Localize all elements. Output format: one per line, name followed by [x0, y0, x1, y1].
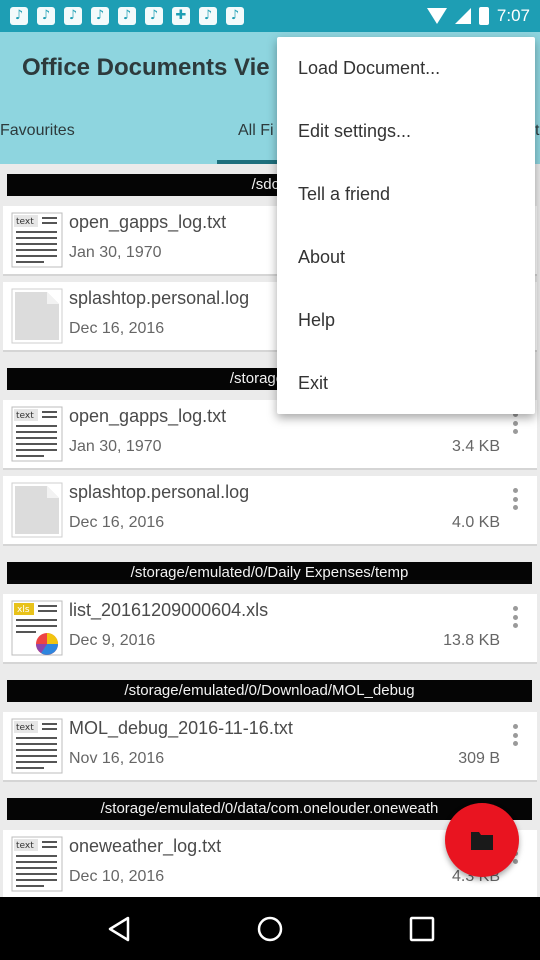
music-note-icon: ♪ [199, 7, 217, 25]
menu-item-load-document[interactable]: Load Document... [277, 37, 535, 100]
text-file-icon: text [11, 836, 63, 892]
music-note-icon: ♪ [118, 7, 136, 25]
status-time: 7:07 [496, 6, 530, 25]
file-row[interactable]: text MOL_debug_2016-11-16.txt Nov 16, 20… [3, 712, 537, 782]
app-title: Office Documents Vie [22, 54, 270, 81]
notification-icons: ♪ ♪ ♪ ♪ ♪ ♪ ✚ ♪ ♪ [10, 7, 244, 25]
file-date: Dec 16, 2016 [69, 320, 165, 337]
file-size: 309 B [458, 750, 500, 767]
file-date: Dec 10, 2016 [69, 868, 165, 885]
back-icon[interactable] [104, 914, 134, 944]
thumb-label: text [16, 411, 34, 421]
file-row[interactable]: splashtop.personal.log Dec 16, 2016 4.0 … [3, 476, 537, 546]
path-header: /storage/emulated/0/Daily Expenses/temp [7, 562, 532, 584]
thumb-label: xls [17, 605, 30, 615]
recent-apps-icon[interactable] [407, 914, 437, 944]
path-header: /storage/emulated/0/Download/MOL_debug [7, 680, 532, 702]
text-file-icon: text [11, 406, 63, 462]
file-name: oneweather_log.txt [69, 836, 222, 856]
home-icon[interactable] [255, 914, 285, 944]
file-date: Jan 30, 1970 [69, 244, 162, 261]
file-size: 4.0 KB [451, 514, 500, 531]
status-bar: ♪ ♪ ♪ ♪ ♪ ♪ ✚ ♪ ♪ 7:07 [0, 0, 540, 32]
file-size: 13.8 KB [443, 632, 500, 649]
generic-file-icon [11, 288, 63, 344]
tab-all-files[interactable]: All Fi [238, 122, 274, 140]
navigation-bar [0, 897, 540, 960]
file-name: open_gapps_log.txt [69, 406, 227, 426]
generic-file-icon [11, 482, 63, 538]
thumb-label: text [16, 841, 34, 851]
puzzle-icon: ✚ [172, 7, 190, 25]
more-options-icon[interactable] [509, 724, 521, 746]
tab-favourites[interactable]: Favourites [0, 122, 75, 140]
spreadsheet-file-icon: xls [11, 600, 63, 656]
more-options-icon[interactable] [509, 412, 521, 434]
text-file-icon: text [11, 718, 63, 774]
overflow-menu: Load Document... Edit settings... Tell a… [277, 37, 535, 414]
thumb-label: text [16, 217, 34, 227]
menu-item-help[interactable]: Help [277, 289, 535, 352]
more-options-icon[interactable] [509, 606, 521, 628]
file-date: Jan 30, 1970 [69, 438, 162, 455]
music-note-icon: ♪ [145, 7, 163, 25]
file-date: Nov 16, 2016 [69, 750, 165, 767]
file-name: MOL_debug_2016-11-16.txt [69, 718, 293, 738]
menu-item-tell-a-friend[interactable]: Tell a friend [277, 163, 535, 226]
file-date: Dec 9, 2016 [69, 632, 156, 649]
battery-icon [478, 7, 489, 25]
wifi-icon [426, 8, 447, 24]
menu-item-edit-settings[interactable]: Edit settings... [277, 100, 535, 163]
music-note-icon: ♪ [10, 7, 28, 25]
menu-item-exit[interactable]: Exit [277, 352, 535, 415]
music-note-icon: ♪ [37, 7, 55, 25]
file-name: splashtop.personal.log [69, 288, 250, 308]
file-name: open_gapps_log.txt [69, 212, 227, 232]
file-date: Dec 16, 2016 [69, 514, 165, 531]
folder-icon [471, 832, 493, 850]
file-name: list_20161209000604.xls [69, 600, 269, 620]
signal-icon [454, 8, 471, 24]
music-note-icon: ♪ [91, 7, 109, 25]
menu-item-about[interactable]: About [277, 226, 535, 289]
text-file-icon: text [11, 212, 63, 268]
thumb-label: text [16, 723, 34, 733]
music-note-icon: ♪ [64, 7, 82, 25]
tab-recent[interactable]: t [535, 122, 539, 140]
file-size: 3.4 KB [451, 438, 500, 455]
file-row[interactable]: xls list_20161209000604.xls Dec 9, 2016 … [3, 594, 537, 664]
file-name: splashtop.personal.log [69, 482, 250, 502]
open-folder-button[interactable] [445, 803, 519, 877]
more-options-icon[interactable] [509, 488, 521, 510]
music-note-icon: ♪ [226, 7, 244, 25]
